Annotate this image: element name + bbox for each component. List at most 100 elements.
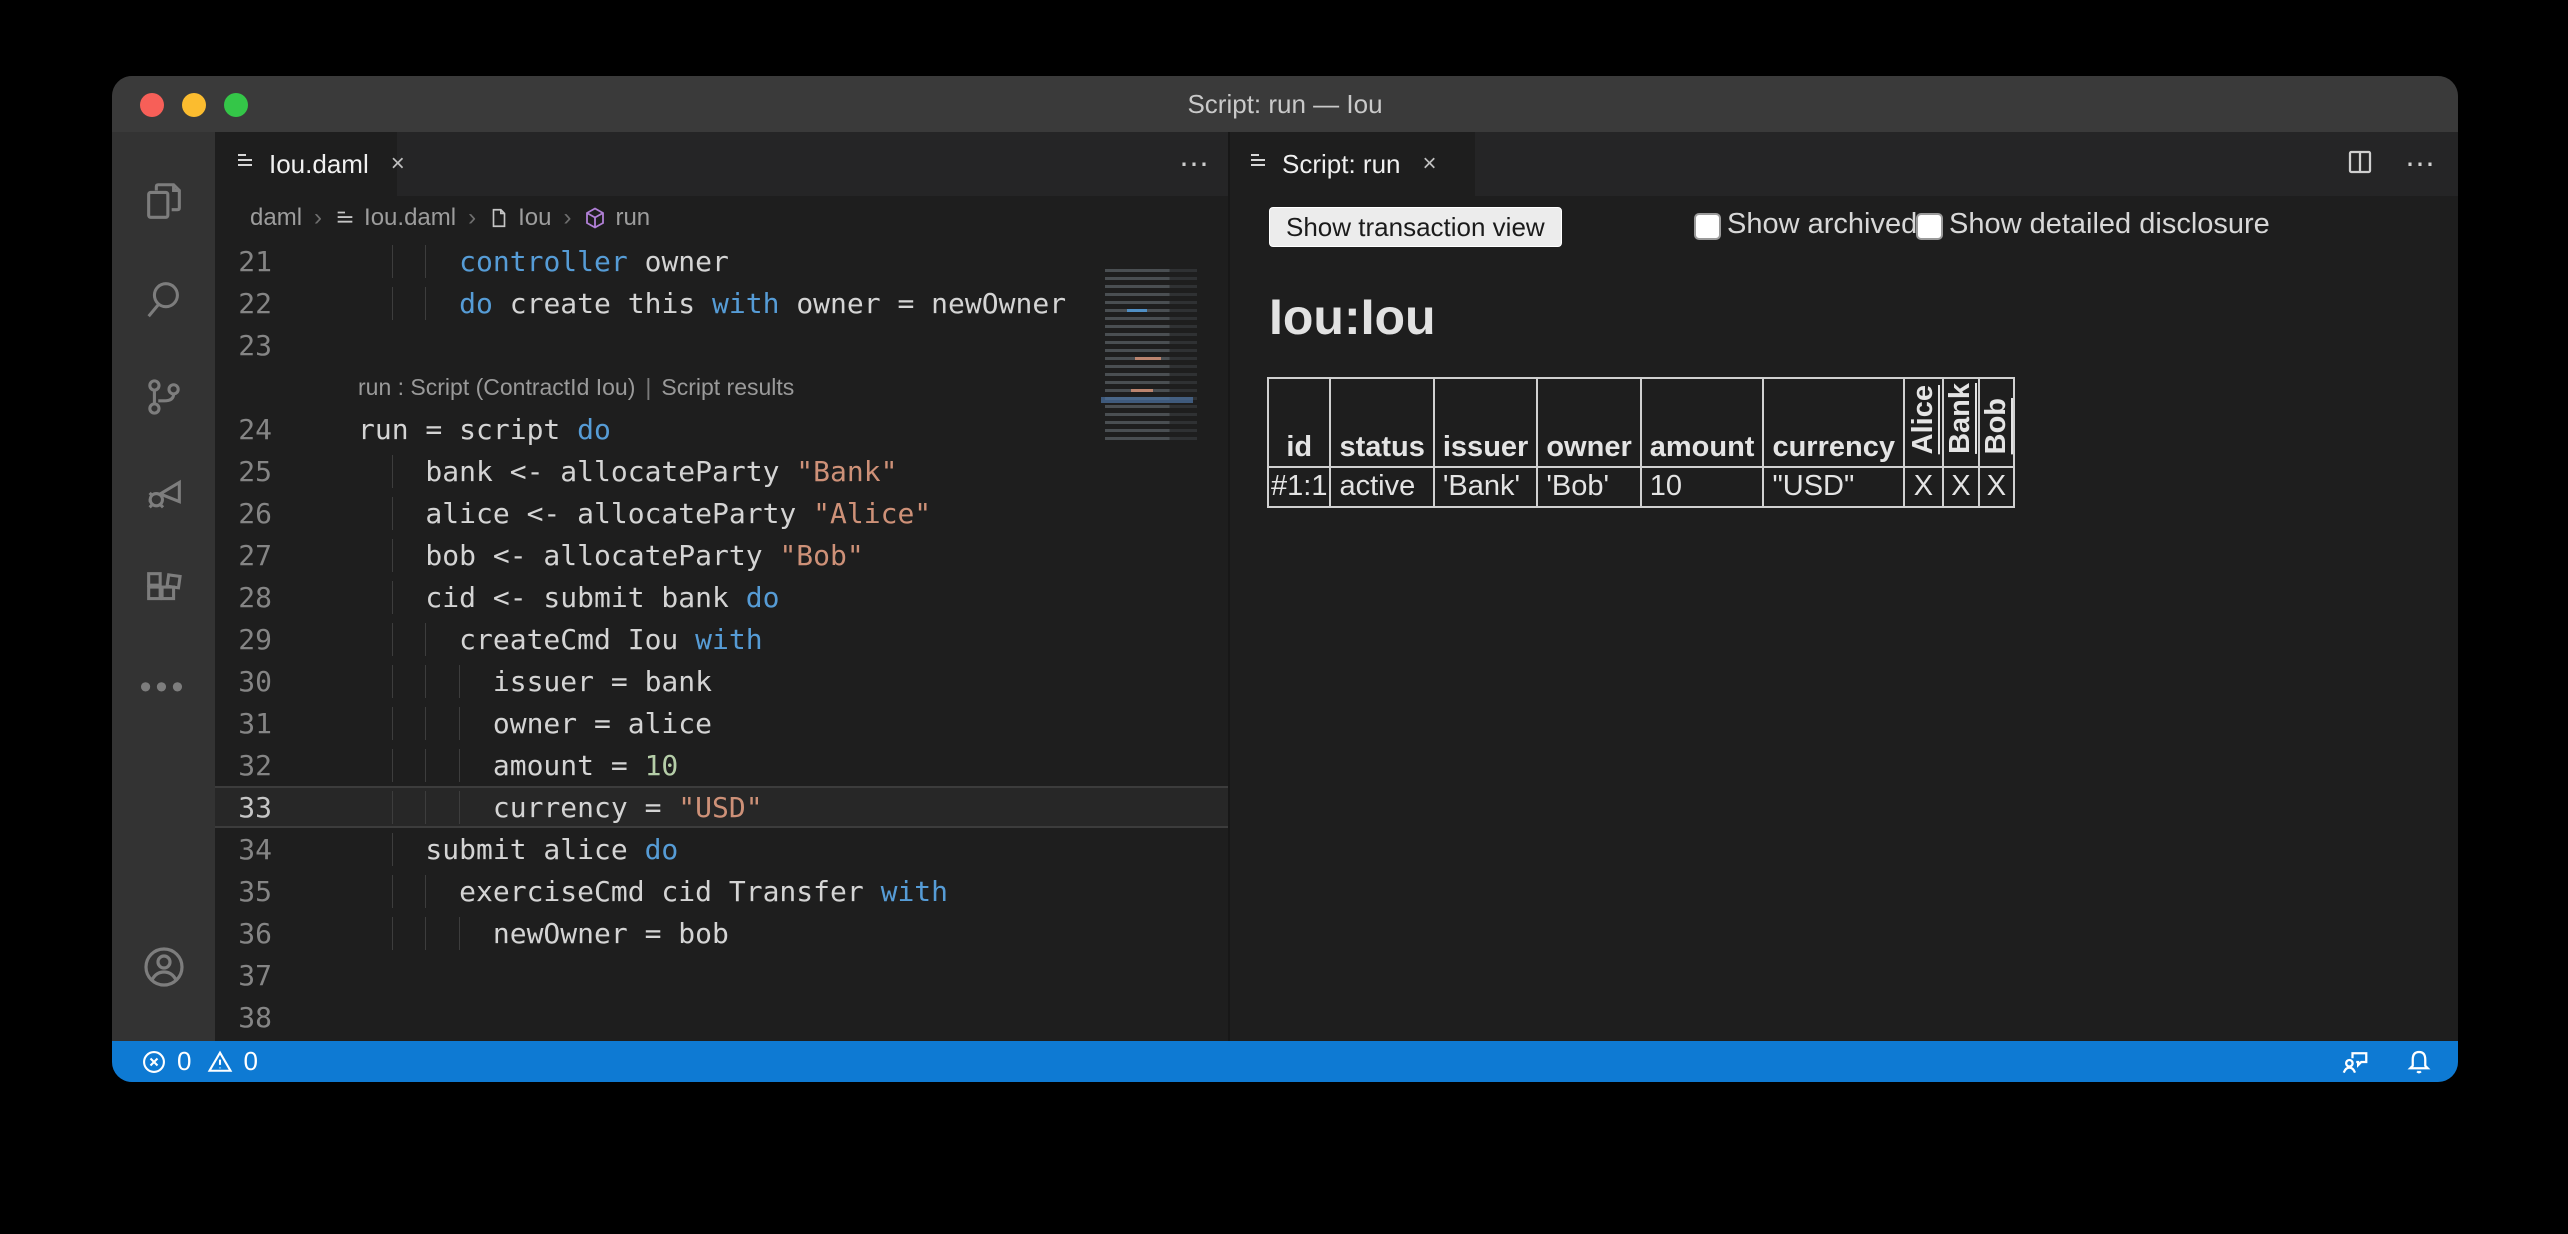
- problems-status[interactable]: 0 0: [140, 1041, 258, 1082]
- table-cell: 'Bob': [1537, 467, 1640, 507]
- codelens-signature[interactable]: run : Script (ContractId Iou): [358, 374, 635, 401]
- editor-group: Iou.daml × ⋯ daml › Iou.daml › Iou › run…: [215, 132, 1228, 1041]
- code-line[interactable]: 33 currency = "USD": [215, 786, 1228, 828]
- code-line[interactable]: 28 cid <- submit bank do: [215, 576, 1228, 618]
- show-archived-label[interactable]: Show archived: [1727, 208, 1917, 241]
- line-number: 21: [215, 245, 310, 278]
- line-number: 24: [215, 413, 310, 446]
- vscode-window: Script: run — Iou: [112, 76, 2458, 1082]
- code-line[interactable]: 22 do create this with owner = newOwner: [215, 282, 1228, 324]
- code-line[interactable]: 35 exerciseCmd cid Transfer with: [215, 870, 1228, 912]
- codelens-script-results-link[interactable]: Script results: [661, 374, 794, 401]
- table-cell: X: [1979, 467, 2014, 507]
- panel-tab-bar: Script: run × ⋯: [1230, 132, 2458, 196]
- code-line[interactable]: 23: [215, 324, 1228, 366]
- party-column-header-bob: Bob: [1979, 378, 2014, 467]
- warning-count: 0: [243, 1046, 257, 1077]
- show-detailed-disclosure-checkbox[interactable]: [1916, 213, 1943, 240]
- column-header-amount: amount: [1641, 378, 1764, 467]
- code-line[interactable]: 30 issuer = bank: [215, 660, 1228, 702]
- line-number: 23: [215, 329, 310, 362]
- column-header-issuer: issuer: [1434, 378, 1537, 467]
- run-and-debug-icon[interactable]: [112, 452, 215, 532]
- script-results-webview: Show transaction view Show archived Show…: [1230, 196, 2458, 1041]
- tab-script-run[interactable]: Script: run ×: [1230, 132, 1475, 196]
- source-control-icon[interactable]: [112, 357, 215, 437]
- window-title: Script: run — Iou: [112, 76, 2458, 132]
- close-tab-icon[interactable]: ×: [391, 150, 405, 178]
- code-line[interactable]: 29 createCmd Iou with: [215, 618, 1228, 660]
- line-number: 27: [215, 539, 310, 572]
- tab-iou-daml[interactable]: Iou.daml ×: [215, 132, 397, 196]
- minimap[interactable]: [1105, 269, 1197, 444]
- line-number: 32: [215, 749, 310, 782]
- show-archived-checkbox[interactable]: [1694, 213, 1721, 240]
- code-line[interactable]: 25 bank <- allocateParty "Bank": [215, 450, 1228, 492]
- table-cell: active: [1330, 467, 1433, 507]
- close-tab-icon[interactable]: ×: [1423, 150, 1437, 178]
- account-icon[interactable]: [112, 927, 215, 1007]
- table-cell: 10: [1641, 467, 1764, 507]
- breadcrumb-file[interactable]: Iou.daml: [334, 204, 456, 232]
- file-icon: [488, 207, 510, 229]
- code-line[interactable]: 34 submit alice do: [215, 828, 1228, 870]
- code-line[interactable]: 24run = script do: [215, 408, 1228, 450]
- line-number: 30: [215, 665, 310, 698]
- notifications-bell-icon[interactable]: [2404, 1047, 2434, 1077]
- line-number: 34: [215, 833, 310, 866]
- breadcrumb-separator: ›: [314, 204, 322, 232]
- show-detailed-disclosure-label[interactable]: Show detailed disclosure: [1949, 208, 2270, 241]
- code-line[interactable]: 26 alice <- allocateParty "Alice": [215, 492, 1228, 534]
- code-line[interactable]: 36 newOwner = bob: [215, 912, 1228, 954]
- line-number: 28: [215, 581, 310, 614]
- editor-more-actions-icon[interactable]: ⋯: [1179, 147, 1212, 182]
- table-cell: X: [1904, 467, 1943, 507]
- tab-label: Script: run: [1282, 149, 1401, 180]
- party-column-header-bank: Bank: [1943, 378, 1979, 467]
- column-header-currency: currency: [1763, 378, 1904, 467]
- status-bar: 0 0: [112, 1041, 2458, 1082]
- code-line[interactable]: 38: [215, 996, 1228, 1038]
- line-number: 33: [215, 791, 310, 824]
- line-number: 38: [215, 1001, 310, 1034]
- split-editor-icon[interactable]: [2345, 147, 2375, 182]
- code-editor[interactable]: 21 controller owner22 do create this wit…: [215, 240, 1228, 1041]
- column-header-status: status: [1330, 378, 1433, 467]
- script-panel-group: Script: run × ⋯ Show transaction view Sh…: [1230, 132, 2458, 1041]
- tab-label: Iou.daml: [269, 149, 369, 180]
- breadcrumb-folder[interactable]: daml: [250, 204, 302, 232]
- panel-more-actions-icon[interactable]: ⋯: [2405, 147, 2438, 182]
- code-line[interactable]: 31 owner = alice: [215, 702, 1228, 744]
- breadcrumb-module[interactable]: Iou: [488, 204, 551, 232]
- line-number: 29: [215, 623, 310, 656]
- line-number: 31: [215, 707, 310, 740]
- title-bar: Script: run — Iou: [112, 76, 2458, 132]
- activity-bar: •••: [112, 132, 215, 1041]
- search-icon[interactable]: [112, 259, 215, 339]
- list-icon: [233, 149, 257, 180]
- breadcrumb-symbol-run[interactable]: run: [583, 204, 650, 232]
- show-transaction-view-button[interactable]: Show transaction view: [1269, 207, 1562, 247]
- explorer-icon[interactable]: [112, 162, 215, 242]
- more-actions-icon[interactable]: •••: [112, 647, 215, 727]
- code-line[interactable]: 37: [215, 954, 1228, 996]
- code-line[interactable]: 32 amount = 10: [215, 744, 1228, 786]
- list-icon: [334, 207, 356, 229]
- table-cell: X: [1943, 467, 1979, 507]
- column-header-id: id: [1268, 378, 1330, 467]
- feedback-icon[interactable]: [2340, 1047, 2370, 1077]
- minimap-current-line: [1101, 397, 1193, 403]
- line-number: 36: [215, 917, 310, 950]
- warning-icon: [206, 1048, 234, 1076]
- cube-icon: [583, 206, 607, 230]
- code-line[interactable]: 21 controller owner: [215, 240, 1228, 282]
- code-line[interactable]: 27 bob <- allocateParty "Bob": [215, 534, 1228, 576]
- table-cell: "USD": [1763, 467, 1904, 507]
- template-heading: Iou:Iou: [1269, 288, 1436, 346]
- extensions-icon[interactable]: [112, 549, 215, 629]
- line-number: 26: [215, 497, 310, 530]
- line-number: 25: [215, 455, 310, 488]
- column-header-owner: owner: [1537, 378, 1640, 467]
- contract-row: #1:1active'Bank''Bob'10"USD"XXX: [1268, 467, 2014, 507]
- codelens: run : Script (ContractId Iou)|Script res…: [215, 366, 1228, 408]
